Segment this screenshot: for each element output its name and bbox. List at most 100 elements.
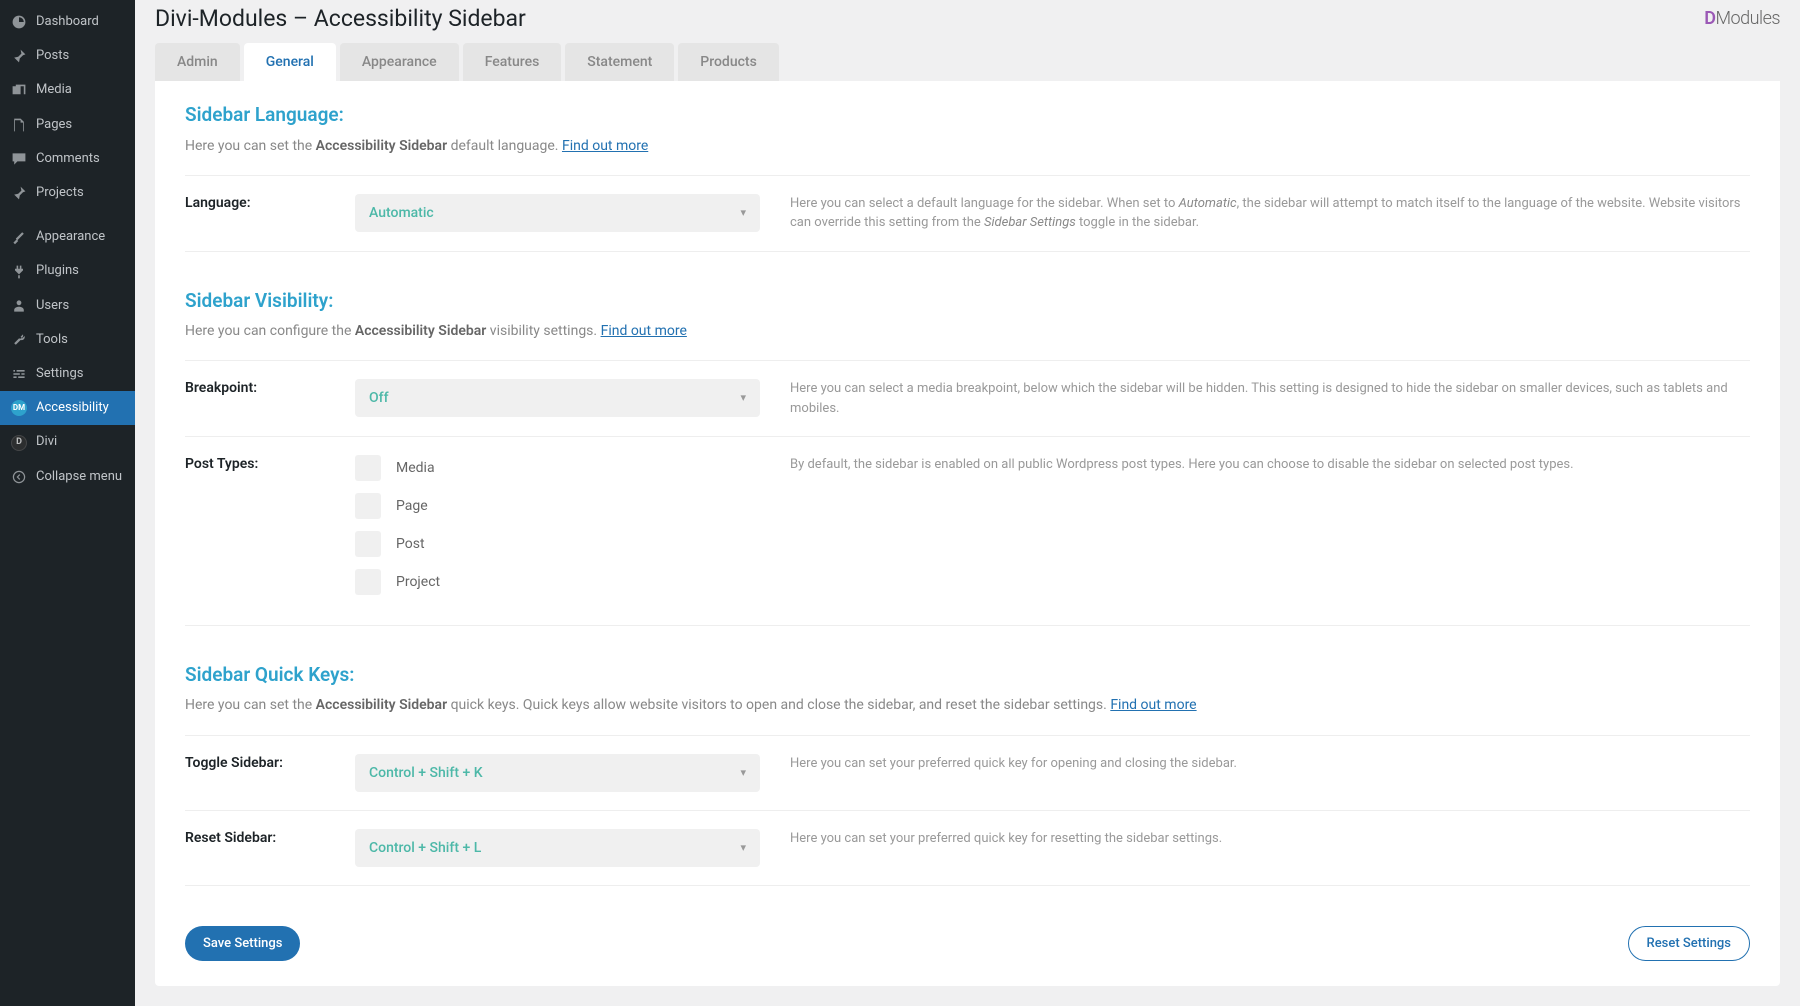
dm-icon: DM [10, 399, 28, 417]
divi-icon: D [10, 434, 28, 452]
tools-icon [10, 331, 28, 349]
label: Pages [36, 116, 72, 134]
tab-general[interactable]: General [244, 43, 336, 81]
label: Posts [36, 47, 69, 65]
checkbox-media[interactable]: Media [355, 455, 760, 481]
label: Accessibility [36, 399, 109, 417]
sidebar-item-plugins[interactable]: Plugins [0, 254, 135, 288]
sidebar-item-pages[interactable]: Pages [0, 108, 135, 142]
setting-help: Here you can set your preferred quick ke… [780, 754, 1750, 792]
sidebar-item-media[interactable]: Media [0, 73, 135, 107]
label: Tools [36, 331, 68, 349]
appearance-icon [10, 228, 28, 246]
save-button[interactable]: Save Settings [185, 926, 300, 961]
section-title: Sidebar Quick Keys: [185, 666, 1750, 684]
section-description: Here you can set the Accessibility Sideb… [185, 696, 1750, 714]
brand-logo: DModules [1704, 10, 1780, 28]
checkbox-page[interactable]: Page [355, 493, 760, 519]
setting-control: Off ▾ [355, 379, 780, 418]
checkbox-post[interactable]: Post [355, 531, 760, 557]
label: Comments [36, 150, 100, 168]
wp-admin-sidebar: Dashboard Posts Media Pages Comments Pro… [0, 0, 135, 1006]
setting-control: Control + Shift + L ▾ [355, 829, 780, 867]
checkbox-box[interactable] [355, 569, 381, 595]
tab-statement[interactable]: Statement [565, 43, 674, 81]
chevron-down-icon: ▾ [740, 764, 746, 782]
toggle-key-select[interactable]: Control + Shift + K ▾ [355, 754, 760, 792]
plugins-icon [10, 263, 28, 281]
sidebar-item-divi[interactable]: D Divi [0, 425, 135, 459]
label: Plugins [36, 262, 79, 280]
setting-help: Here you can select a media breakpoint, … [780, 379, 1750, 418]
media-icon [10, 82, 28, 100]
page-header: Divi-Modules – Accessibility Sidebar DMo… [155, 10, 1780, 28]
dashboard-icon [10, 13, 28, 31]
setting-control: Control + Shift + K ▾ [355, 754, 780, 792]
pages-icon [10, 116, 28, 134]
setting-control: Media Page Post Project [355, 455, 780, 607]
sidebar-item-collapse[interactable]: Collapse menu [0, 460, 135, 494]
section-visibility: Sidebar Visibility: Here you can configu… [185, 292, 1750, 626]
setting-row-reset: Reset Sidebar: Control + Shift + L ▾ Her… [185, 810, 1750, 886]
sidebar-item-settings[interactable]: Settings [0, 357, 135, 391]
setting-help: By default, the sidebar is enabled on al… [780, 455, 1750, 607]
section-description: Here you can set the Accessibility Sideb… [185, 137, 1750, 155]
sidebar-item-users[interactable]: Users [0, 289, 135, 323]
label: Projects [36, 184, 84, 202]
section-description: Here you can configure the Accessibility… [185, 322, 1750, 340]
find-out-more-link[interactable]: Find out more [1110, 697, 1196, 713]
setting-row-posttypes: Post Types: Media Page Post [185, 436, 1750, 626]
breakpoint-select[interactable]: Off ▾ [355, 379, 760, 417]
setting-row-language: Language: Automatic ▾ Here you can selec… [185, 175, 1750, 252]
label: Appearance [36, 228, 105, 246]
checkbox-box[interactable] [355, 493, 381, 519]
settings-panel: Sidebar Language: Here you can set the A… [155, 81, 1780, 986]
settings-icon [10, 365, 28, 383]
label: Dashboard [36, 13, 99, 31]
pin-icon [10, 47, 28, 65]
find-out-more-link[interactable]: Find out more [601, 323, 687, 339]
setting-label: Reset Sidebar: [185, 829, 355, 867]
label: Media [36, 81, 72, 99]
section-language: Sidebar Language: Here you can set the A… [185, 106, 1750, 251]
reset-button[interactable]: Reset Settings [1628, 926, 1750, 961]
sidebar-item-appearance[interactable]: Appearance [0, 220, 135, 254]
section-title: Sidebar Visibility: [185, 292, 1750, 310]
checkbox-project[interactable]: Project [355, 569, 760, 595]
setting-label: Toggle Sidebar: [185, 754, 355, 792]
checkbox-box[interactable] [355, 531, 381, 557]
sidebar-item-accessibility[interactable]: DM Accessibility [0, 391, 135, 425]
tab-appearance[interactable]: Appearance [340, 43, 459, 81]
tab-products[interactable]: Products [678, 43, 779, 81]
label: Collapse menu [36, 468, 122, 486]
setting-label: Language: [185, 194, 355, 233]
label: Divi [36, 433, 57, 451]
sidebar-item-comments[interactable]: Comments [0, 142, 135, 176]
chevron-down-icon: ▾ [740, 389, 746, 407]
chevron-down-icon: ▾ [740, 204, 746, 222]
section-quickkeys: Sidebar Quick Keys: Here you can set the… [185, 666, 1750, 886]
find-out-more-link[interactable]: Find out more [562, 138, 648, 154]
sidebar-item-tools[interactable]: Tools [0, 323, 135, 357]
tabs: Admin General Appearance Features Statem… [155, 43, 1780, 81]
tab-admin[interactable]: Admin [155, 43, 240, 81]
language-select[interactable]: Automatic ▾ [355, 194, 760, 232]
setting-row-breakpoint: Breakpoint: Off ▾ Here you can select a … [185, 360, 1750, 436]
reset-key-select[interactable]: Control + Shift + L ▾ [355, 829, 760, 867]
checkbox-box[interactable] [355, 455, 381, 481]
tab-features[interactable]: Features [463, 43, 562, 81]
setting-label: Breakpoint: [185, 379, 355, 418]
setting-row-toggle: Toggle Sidebar: Control + Shift + K ▾ He… [185, 735, 1750, 810]
pin-icon [10, 184, 28, 202]
main-content: Divi-Modules – Accessibility Sidebar DMo… [135, 0, 1800, 1006]
sidebar-item-posts[interactable]: Posts [0, 39, 135, 73]
setting-help: Here you can set your preferred quick ke… [780, 829, 1750, 867]
setting-label: Post Types: [185, 455, 355, 607]
sidebar-item-projects[interactable]: Projects [0, 176, 135, 210]
label: Settings [36, 365, 83, 383]
chevron-down-icon: ▾ [740, 839, 746, 857]
page-title: Divi-Modules – Accessibility Sidebar [155, 10, 526, 28]
setting-control: Automatic ▾ [355, 194, 780, 233]
sidebar-item-dashboard[interactable]: Dashboard [0, 5, 135, 39]
section-title: Sidebar Language: [185, 106, 1750, 124]
